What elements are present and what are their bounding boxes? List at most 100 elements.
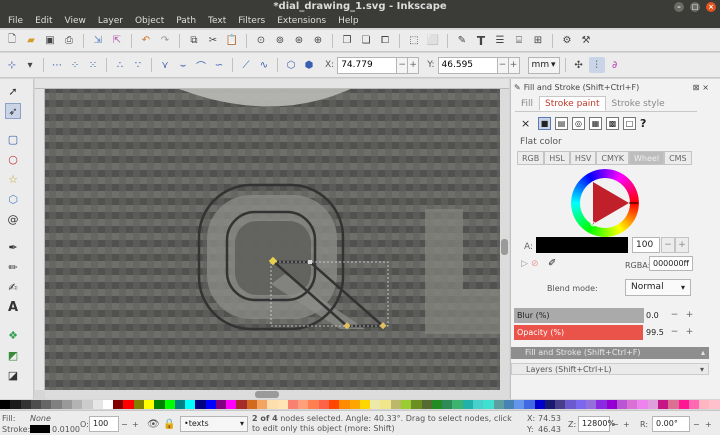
zoom-width-icon[interactable]: ⊕ xyxy=(310,33,326,49)
tab-fill[interactable]: Fill xyxy=(515,96,539,111)
palette-swatch[interactable] xyxy=(400,400,412,409)
selector-icon[interactable]: ➚ xyxy=(5,83,21,99)
zoom-input[interactable]: 12800% xyxy=(578,416,615,432)
maximize-icon[interactable]: □ xyxy=(690,2,700,12)
close-icon[interactable]: × xyxy=(706,2,716,12)
palette-swatch[interactable] xyxy=(647,400,658,409)
palette-swatch[interactable] xyxy=(267,400,278,409)
eraser-icon[interactable]: ◩ xyxy=(5,347,21,363)
rect-icon[interactable]: ▢ xyxy=(5,131,21,147)
zoom-selection-icon[interactable]: ⊙ xyxy=(253,33,269,49)
menu-layer[interactable]: Layer xyxy=(92,14,129,28)
palette-swatch[interactable] xyxy=(514,400,525,409)
palette-swatch[interactable] xyxy=(575,400,587,409)
opacity-status-input[interactable]: 100 xyxy=(89,416,119,432)
palette-swatch[interactable] xyxy=(205,400,216,409)
tab-hsl[interactable]: HSL xyxy=(544,151,570,165)
delete-node-icon[interactable]: ⋯ xyxy=(49,57,65,73)
star-icon[interactable]: ☆ xyxy=(5,171,21,187)
copy-icon[interactable]: ⧉ xyxy=(186,33,202,49)
palette-swatch[interactable] xyxy=(380,400,391,409)
collapsed-fill-stroke-panel[interactable]: Fill and Stroke (Shift+Ctrl+F) ▴ xyxy=(511,347,709,359)
palette-swatch[interactable] xyxy=(51,400,62,409)
palette-swatch[interactable] xyxy=(534,400,545,409)
xml-editor-icon[interactable]: ⌸ xyxy=(511,33,527,49)
color-wheel[interactable] xyxy=(571,169,639,237)
palette-swatch[interactable] xyxy=(565,400,576,409)
palette-swatch[interactable] xyxy=(246,400,258,409)
menu-text[interactable]: Text xyxy=(202,14,232,28)
x-decrement-button[interactable]: − xyxy=(397,56,409,74)
y-increment-button[interactable]: + xyxy=(508,56,520,74)
alpha-input[interactable]: 100 xyxy=(632,237,660,253)
tab-stroke-style[interactable]: Stroke style xyxy=(606,96,671,111)
menu-path[interactable]: Path xyxy=(170,14,202,28)
palette-swatch[interactable] xyxy=(586,400,597,409)
unset-paint-icon[interactable]: ? xyxy=(640,117,646,130)
opacity-increment-button[interactable]: + xyxy=(683,325,696,340)
horizontal-scroll-thumb[interactable] xyxy=(255,391,279,398)
layer-visibility-icon[interactable]: 👁 xyxy=(147,419,160,430)
mesh-gradient-icon[interactable]: ▦ xyxy=(589,117,602,130)
palette-swatch[interactable] xyxy=(462,400,473,409)
palette-swatch[interactable] xyxy=(154,400,165,409)
3dbox-icon[interactable]: ⬡ xyxy=(5,191,21,207)
palette-swatch[interactable] xyxy=(257,400,268,409)
minimize-icon[interactable]: – xyxy=(674,2,684,12)
make-line-icon[interactable]: ⟋ xyxy=(238,57,254,73)
circle-icon[interactable]: ○ xyxy=(5,151,21,167)
opacity-increment-icon[interactable]: + xyxy=(132,420,139,429)
blur-increment-button[interactable]: + xyxy=(683,308,696,323)
zoom-increment-icon[interactable]: + xyxy=(623,420,630,429)
alpha-decrement-button[interactable]: − xyxy=(661,237,675,253)
join-nodes-icon[interactable]: ⁘ xyxy=(67,57,83,73)
x-increment-button[interactable]: + xyxy=(408,56,420,74)
palette-swatch[interactable] xyxy=(329,400,340,409)
smooth-node-icon[interactable]: ⌣ xyxy=(175,57,191,73)
insert-node-icon[interactable]: ⊹ xyxy=(4,57,20,73)
clone-icon[interactable]: ❏ xyxy=(358,33,374,49)
layer-select[interactable]: •texts ▾ xyxy=(180,416,248,432)
fill-stroke-icon[interactable]: ✎ xyxy=(454,33,470,49)
vertical-scrollbar[interactable] xyxy=(500,89,509,390)
palette-swatch[interactable] xyxy=(92,400,103,409)
x-input[interactable] xyxy=(337,56,398,74)
zoom-decrement-icon[interactable]: − xyxy=(612,420,619,429)
palette-swatch[interactable] xyxy=(359,400,371,409)
show-transform-handles-icon[interactable]: ✣ xyxy=(571,57,587,73)
dropper-icon[interactable]: ✐ xyxy=(548,258,556,269)
palette-swatch[interactable] xyxy=(483,400,494,409)
palette-swatch[interactable] xyxy=(524,400,535,409)
paste-icon[interactable]: 📋 xyxy=(224,33,240,49)
palette-swatch[interactable] xyxy=(452,400,463,409)
palette-swatch[interactable] xyxy=(658,400,669,409)
calligraphy-icon[interactable]: ✍ xyxy=(5,279,21,295)
palette-swatch[interactable] xyxy=(431,400,443,409)
delete-segment-icon[interactable]: ∵ xyxy=(130,57,146,73)
layers-icon[interactable]: ☰ xyxy=(492,33,508,49)
layers-panel-tab[interactable]: Layers (Shift+Ctrl+L) ▾ xyxy=(511,363,709,375)
palette-swatch[interactable] xyxy=(678,400,689,409)
text-font-icon[interactable]: T xyxy=(473,33,489,49)
palette-swatch[interactable] xyxy=(616,400,628,409)
spray-icon[interactable]: ❖ xyxy=(5,327,21,343)
insert-node-dropdown-icon[interactable]: ▾ xyxy=(22,57,38,73)
make-curve-icon[interactable]: ∿ xyxy=(256,57,272,73)
palette-swatch[interactable] xyxy=(411,400,422,409)
join-segment-icon[interactable]: ∴ xyxy=(112,57,128,73)
tab-stroke-paint[interactable]: Stroke paint xyxy=(539,96,606,111)
rotation-decrement-icon[interactable]: − xyxy=(693,420,700,429)
menu-edit[interactable]: Edit xyxy=(29,14,58,28)
document-properties-icon[interactable]: ⚒ xyxy=(578,33,594,49)
palette-swatch[interactable] xyxy=(143,400,155,409)
new-document-icon[interactable]: 🗋 xyxy=(4,33,20,49)
palette-swatch[interactable] xyxy=(298,400,309,409)
palette-swatch[interactable] xyxy=(668,400,679,409)
cusp-node-icon[interactable]: ⋎ xyxy=(157,57,173,73)
save-icon[interactable]: ▣ xyxy=(42,33,58,49)
undo-icon[interactable]: ↶ xyxy=(138,33,154,49)
palette-swatch[interactable] xyxy=(20,400,31,409)
palette-swatch[interactable] xyxy=(709,400,720,409)
show-path-outline-icon[interactable]: ∂ xyxy=(607,57,623,73)
dialog-close-icon[interactable]: × xyxy=(702,83,709,92)
